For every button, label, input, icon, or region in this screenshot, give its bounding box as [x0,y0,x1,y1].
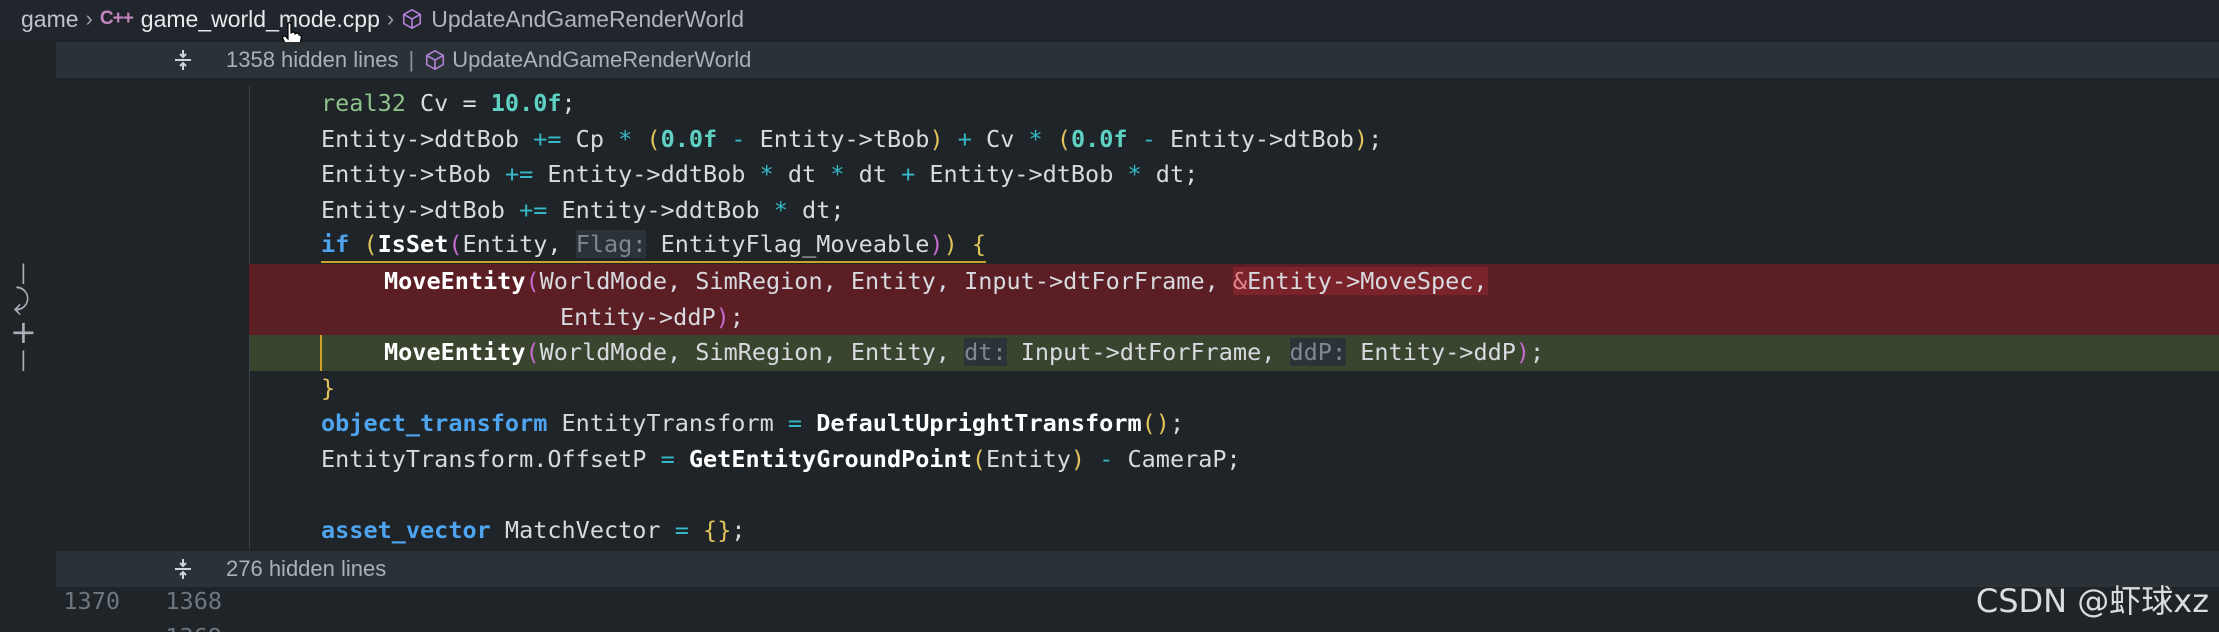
cube-icon [426,50,445,70]
code-text: EntityTransform.OffsetP = GetEntityGroun… [321,444,1241,473]
unfold-icon[interactable] [153,557,213,581]
inlay-hint: Flag: [575,230,647,259]
inlay-hint: ddP: [1289,338,1347,367]
new-line-number: 1369 [150,620,222,632]
hidden-lines-count: 1358 hidden lines [226,47,399,72]
divider-icon: | [20,260,27,284]
code-line[interactable]: 1361 1361 Entity->tBob += Entity->ddtBob… [56,157,2219,295]
code-text: object_transform EntityTransform = Defau… [321,409,1185,438]
inlay-hint: dt: [964,338,1007,367]
code-line[interactable]: 1366 1365 } [56,370,2219,509]
code-line[interactable]: 1368 1367 EntityTransform.OffsetP = GetE… [56,441,2219,580]
code-text: MoveEntity(WorldMode, SimRegion, Entity,… [384,338,1545,367]
code-line[interactable]: 1359 1359 real32 Cv = 10.0f; [56,86,2219,224]
code-text: MoveEntity(WorldMode, SimRegion, Entity,… [384,266,1488,295]
code-text: if (IsSet(Entity, Flag: EntityFlag_Movea… [321,228,987,264]
breadcrumb-root-label: game [21,5,79,32]
code-line-added[interactable]: 1364 + MoveEntity(WorldMode, SimRegion, … [56,335,2219,509]
breadcrumb-root[interactable]: game [21,6,79,33]
code-area[interactable]: 1359 1359 real32 Cv = 10.0f; 1360 1360 E… [56,86,2219,632]
new-line-number: 1368 [165,587,222,616]
code-line-deleted[interactable]: 1364 — MoveEntity(WorldMode, SimRegion, … [56,263,2219,437]
chevron-right-icon: › [85,6,93,31]
code-text: real32 Cv = 10.0f; [321,89,576,117]
breadcrumb-function[interactable]: UpdateAndGameRenderWorld [401,6,744,33]
breadcrumb-file[interactable]: C++ game_world_mode.cpp [100,6,380,33]
diff-editor: game › C++ game_world_mode.cpp › UpdateA… [0,0,2219,632]
breadcrumb-file-label: game_world_mode.cpp [140,5,380,32]
hidden-lines-bar-top[interactable]: 1358 hidden lines | UpdateAndGameRenderW… [56,42,2219,78]
hidden-lines-function: UpdateAndGameRenderWorld [452,47,752,72]
breadcrumb-function-label: UpdateAndGameRenderWorld [431,5,745,32]
add-icon[interactable]: + [10,313,37,351]
code-text: Entity->ddP); [560,302,744,331]
cpp-file-icon: C++ [99,8,134,29]
code-line-deleted[interactable]: 1365 — Entity->ddP); [56,299,2219,473]
code-text: Entity->ddtBob += Cp * (0.0f - Entity->t… [321,124,1383,153]
watermark: CSDN @虾球xz [1975,582,2209,620]
code-line[interactable]: 1369 1368 [56,477,2219,615]
hidden-lines-count: 276 hidden lines [226,556,387,581]
revert-icon[interactable]: ⤸ [13,283,30,317]
code-text: } [321,373,336,402]
cube-icon [403,9,422,29]
old-line-number: 1370 [63,587,120,616]
hidden-lines-bar-bottom[interactable]: 276 hidden lines [56,551,2219,587]
code-line[interactable]: 1363 1363 if (IsSet(Entity, Flag: Entity… [56,228,2219,366]
code-text: Entity->tBob += Entity->ddtBob * dt * dt… [321,160,1199,189]
unfold-icon[interactable] [153,48,213,72]
breadcrumb: game › C++ game_world_mode.cpp › UpdateA… [0,0,2219,50]
divider-icon: | [20,347,27,371]
code-text: asset_vector MatchVector = {}; [321,516,746,545]
diff-left-strip: | ⤸ + | [0,38,56,632]
chevron-right-icon: › [386,6,395,31]
separator: | [408,47,415,72]
code-line[interactable]: 1370 1369 asset_vector MatchVector = {}; [56,513,2219,632]
code-line[interactable]: 1360 1360 Entity->ddtBob += Cp * (0.0f -… [56,121,2219,259]
code-text: Entity->dtBob += Entity->ddtBob * dt; [321,195,845,224]
code-line[interactable]: 1367 1366 object_transform EntityTransfo… [56,406,2219,544]
code-line[interactable]: 1362 1362 Entity->dtBob += Entity->ddtBo… [56,192,2219,331]
